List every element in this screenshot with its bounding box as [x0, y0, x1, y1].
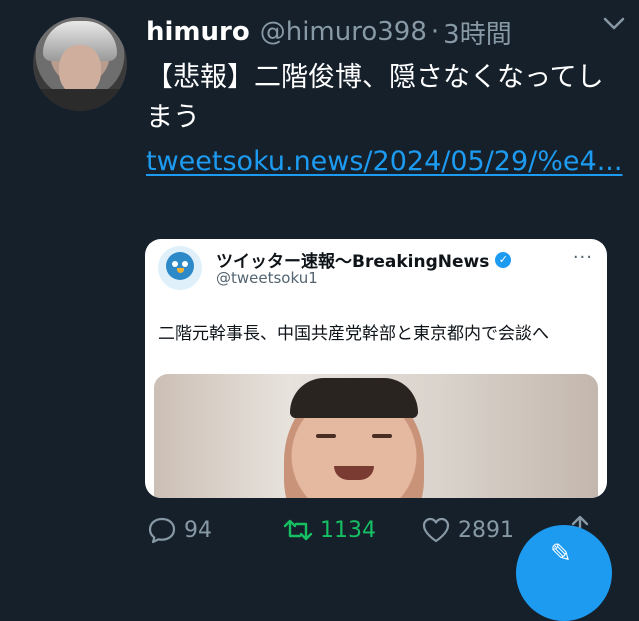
verified-badge-icon: ✓ [495, 251, 512, 268]
quoted-avatar [158, 246, 202, 290]
like-icon [422, 517, 450, 543]
like-button[interactable]: 2891 [420, 514, 514, 546]
compose-button[interactable]: ✎ [516, 525, 612, 621]
chevron-down-icon[interactable] [599, 8, 629, 38]
quoted-image[interactable] [154, 374, 598, 498]
avatar[interactable] [33, 17, 127, 111]
like-count: 2891 [458, 517, 514, 543]
tweet-header: himuro @himuro398 · 3時間 [146, 12, 619, 52]
separator: · [430, 17, 440, 47]
tweet-text: 【悲報】二階俊博、隠さなくなってしまう [146, 62, 604, 133]
tweet-link[interactable]: tweetsoku.news/2024/05/29/%e4... [146, 142, 622, 182]
more-options-icon[interactable]: ··· [573, 247, 593, 268]
timestamp[interactable]: 3時間 [443, 14, 512, 51]
reply-icon [148, 517, 176, 544]
display-name[interactable]: himuro [146, 17, 250, 47]
reply-count: 94 [184, 517, 212, 543]
user-handle[interactable]: @himuro398 [260, 17, 427, 47]
reply-button[interactable]: 94 [146, 514, 212, 546]
quoted-handle: @tweetsoku1 [216, 269, 318, 287]
retweet-button[interactable]: 1134 [282, 514, 376, 546]
retweet-count: 1134 [320, 517, 376, 543]
bird-logo-icon [166, 252, 194, 280]
quoted-tweet-card[interactable]: ツイッター速報〜BreakingNews ✓ @tweetsoku1 ··· 二… [145, 239, 607, 498]
compose-icon: ✎ [550, 539, 572, 569]
quoted-text: 二階元幹事長、中国共産党幹部と東京都内で会談へ [158, 324, 549, 344]
retweet-icon [283, 519, 313, 541]
